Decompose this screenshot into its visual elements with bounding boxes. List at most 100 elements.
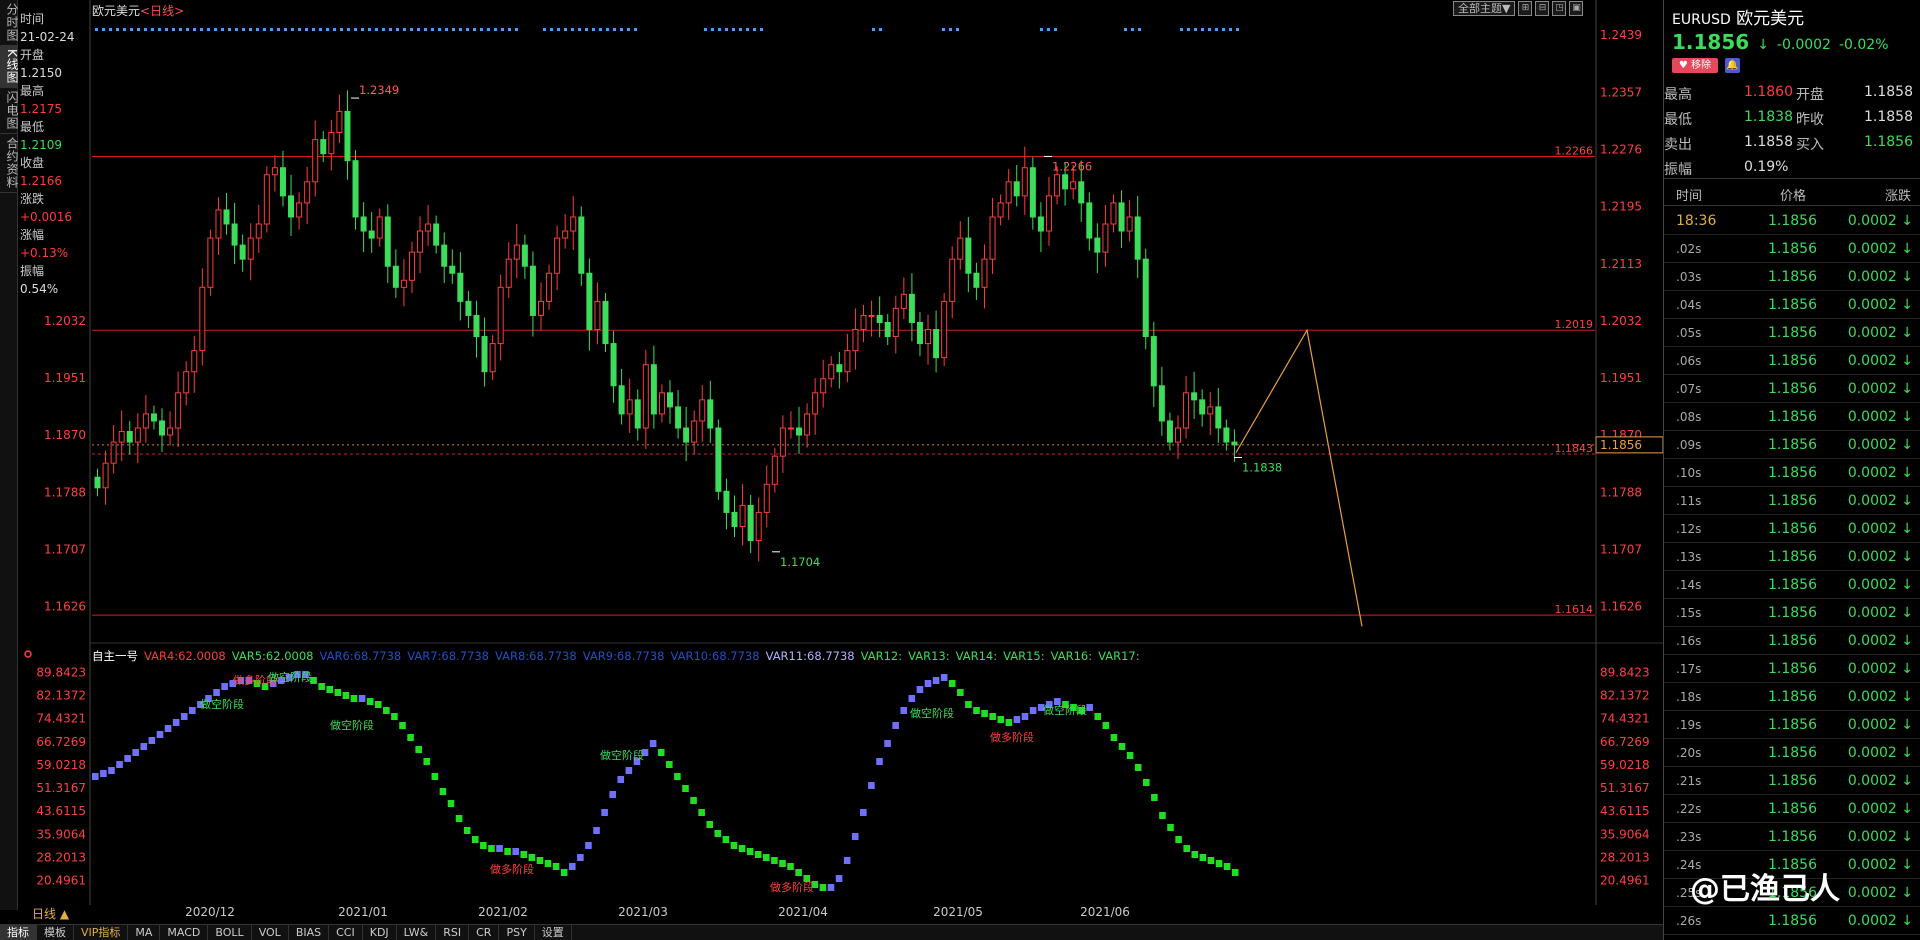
indicator-bar	[326, 686, 334, 693]
candle-body	[417, 230, 424, 253]
tick-time: .14s	[1676, 578, 1702, 592]
price-level-label: 1.1843	[1555, 442, 1594, 455]
signal-dot	[942, 28, 945, 31]
tick-time: .20s	[1676, 746, 1702, 760]
candle-body	[667, 392, 673, 408]
indicator-bar	[577, 854, 584, 861]
indicator-bar	[391, 713, 398, 720]
indicator-tab-14[interactable]: 设置	[535, 925, 572, 940]
view-tab-0[interactable]: 分时图	[0, 0, 19, 46]
tick-row: .04s 1.1856 0.0002 ↓	[1664, 291, 1920, 319]
candle-body	[796, 427, 803, 436]
layout-icon-4[interactable]: ▣	[1569, 1, 1584, 16]
tick-time: .15s	[1676, 606, 1702, 620]
candle-body	[1158, 385, 1165, 422]
indicator-bar	[746, 848, 754, 855]
tick-time: .06s	[1676, 354, 1702, 368]
indicator-bar	[148, 737, 156, 744]
layout-icon-1[interactable]: ⊞	[1518, 1, 1533, 16]
view-tab-1[interactable]: K线图	[0, 46, 19, 88]
signal-dot	[466, 28, 469, 31]
candle-body	[844, 350, 851, 373]
extreme-label: 1.1838	[1242, 461, 1282, 475]
indicator-tab-9[interactable]: KDJ	[363, 925, 397, 940]
tick-row: .09s 1.1856 0.0002 ↓	[1664, 431, 1920, 459]
candle-body	[312, 139, 319, 183]
indicator-bar	[900, 707, 908, 714]
indicator-tab-2[interactable]: VIP指标	[74, 925, 129, 940]
indicator-tab-6[interactable]: VOL	[252, 925, 289, 940]
indicator-values-row: 自主一号 VAR4:62.0008 VAR5:62.0008 VAR6:68.7738…	[92, 648, 1146, 664]
remove-watchlist-button[interactable]: ♥ 移除	[1672, 58, 1718, 73]
layout-icon-2[interactable]: ⊟	[1535, 1, 1550, 16]
candle-body	[126, 431, 133, 443]
indicator-name: 自主一号	[92, 649, 138, 663]
candle-body	[642, 364, 649, 429]
indicator-tab-0[interactable]: 指标	[0, 925, 37, 940]
candle-body	[1037, 216, 1044, 232]
signal-dot	[746, 28, 749, 31]
candle-body	[537, 300, 544, 316]
candle-body	[481, 336, 488, 373]
indicator-tab-11[interactable]: RSI	[436, 925, 470, 940]
tick-change: 0.0002 ↓	[1847, 829, 1913, 845]
indicator-bar	[609, 791, 616, 798]
kline-chart[interactable]: 1.2439 1.2357 1.2276 1.2195 1.2113 1.2032 1.19…	[0, 0, 1663, 924]
candle-body	[1174, 427, 1181, 443]
signal-dot	[312, 28, 315, 31]
indicator-tab-1[interactable]: 模板	[37, 925, 74, 940]
indicator-tab-8[interactable]: CCI	[329, 925, 363, 940]
view-tab-3[interactable]: 合约资料	[0, 134, 19, 193]
signal-dot	[417, 28, 420, 31]
indicator-var: VAR5:62.0008	[231, 649, 314, 663]
indicator-tab-12[interactable]: CR	[469, 925, 500, 940]
ind-left-y-tick-label: 89.8423	[36, 665, 86, 679]
indicator-bar	[447, 800, 455, 807]
candle-body	[715, 427, 722, 492]
signal-dot	[1138, 28, 1141, 31]
theme-select[interactable]: 全部主题▼	[1453, 1, 1516, 16]
info-label: 振幅	[20, 264, 45, 278]
layout-icon-3[interactable]: ◳	[1552, 1, 1567, 16]
indicator-bar	[617, 776, 625, 783]
signal-dot	[235, 28, 238, 31]
quote-stat-v2: 1.1858	[1864, 84, 1913, 100]
candle-body	[1021, 167, 1028, 197]
indicator-var: VAR14:	[955, 649, 998, 663]
indicator-tab-13[interactable]: PSY	[499, 925, 535, 940]
signal-dot	[760, 28, 763, 31]
indicator-bar	[714, 830, 722, 837]
period-selector[interactable]: 日线 ▲	[32, 905, 69, 922]
view-tab-2[interactable]: 闪电图	[0, 88, 19, 134]
tick-time: .21s	[1676, 774, 1702, 788]
indicator-tab-4[interactable]: MACD	[160, 925, 209, 940]
tick-time: .03s	[1676, 270, 1702, 284]
bar-info-panel: 时间 21-02-24 开盘 1.2150 最高 1.2175 最低 1.2109 收盘 1.21…	[20, 10, 82, 298]
indicator-bar	[1029, 707, 1037, 714]
indicator-tab-10[interactable]: LW&	[397, 925, 437, 940]
indicator-tab-7[interactable]: BIAS	[289, 925, 330, 940]
tick-time: .10s	[1676, 466, 1702, 480]
quote-panel: EURUSD 欧元美元 1.1856 ↓ -0.0002 -0.02% ♥ 移除…	[1663, 0, 1920, 940]
candle-body	[787, 427, 794, 430]
tick-row: .21s 1.1856 0.0002 ↓	[1664, 767, 1920, 795]
indicator-bar	[682, 785, 689, 792]
y-tick-label: 1.2113	[1600, 257, 1642, 271]
indicator-bar	[1102, 722, 1110, 729]
ind-left-y-tick-label: 20.4961	[36, 874, 86, 888]
tick-header-change: 涨跌	[1884, 189, 1911, 204]
tick-price: 1.1856	[1768, 717, 1817, 733]
indicator-var: VAR16:	[1050, 649, 1093, 663]
signal-dot	[1180, 28, 1183, 31]
signal-dot	[634, 28, 637, 31]
tick-change: 0.0002 ↓	[1847, 325, 1913, 341]
tick-time: .16s	[1676, 634, 1702, 648]
indicator-bar	[544, 860, 552, 867]
indicator-bar	[1005, 719, 1013, 726]
indicator-tab-5[interactable]: BOLL	[208, 925, 252, 940]
indicator-tab-3[interactable]: MA	[128, 925, 161, 940]
tick-time: .04s	[1676, 298, 1702, 312]
indicator-var: VAR8:68.7738	[495, 649, 577, 663]
signal-dot	[1124, 28, 1127, 31]
bell-icon[interactable]: 🔔	[1725, 58, 1740, 73]
